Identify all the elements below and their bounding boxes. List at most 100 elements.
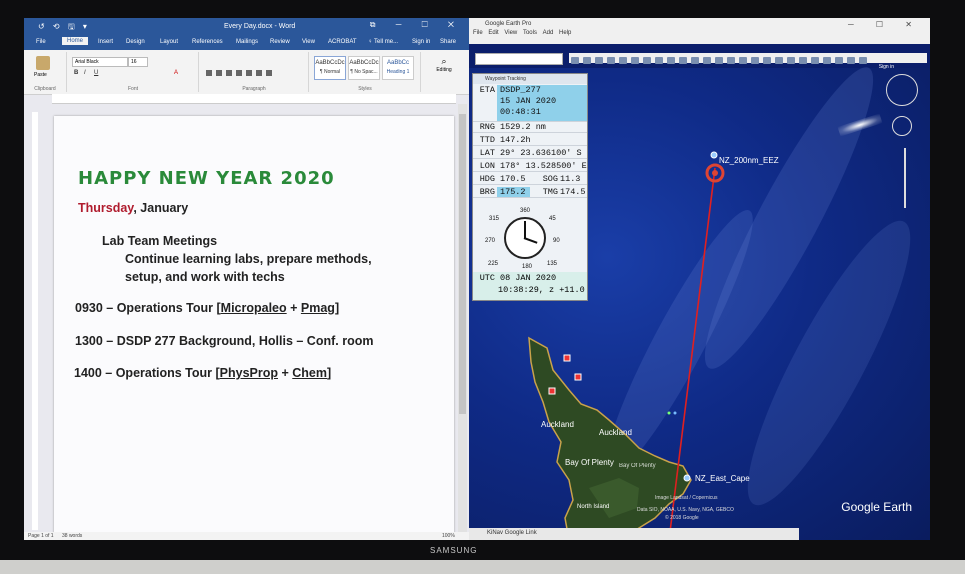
toolbar-icon[interactable] <box>787 57 795 64</box>
item-text: Chem <box>292 366 327 380</box>
eez-pin-icon[interactable] <box>710 151 718 159</box>
dial-tick-45: 45 <box>549 216 556 222</box>
status-words[interactable]: 38 words <box>62 533 82 539</box>
eta-row: ETA DSDP_277 15 JAN 2020 00:48:31 <box>473 85 587 122</box>
toolbar-icon[interactable] <box>703 57 711 64</box>
tab-home[interactable]: Home <box>62 37 89 45</box>
toolbar-icon[interactable] <box>583 57 591 64</box>
toolbar-icon[interactable] <box>679 57 687 64</box>
toolbar-icon[interactable] <box>595 57 603 64</box>
tab-mailings[interactable]: Mailings <box>236 39 258 45</box>
toolbar-icon[interactable] <box>739 57 747 64</box>
style-no-spacing[interactable]: AaBbCcDc ¶ No Spac... <box>348 56 380 80</box>
vertical-ruler <box>32 112 38 530</box>
toolbar-icon[interactable] <box>751 57 759 64</box>
toolbar-icon[interactable] <box>799 57 807 64</box>
tell-me-search[interactable]: ♀ Tell me... <box>368 39 398 45</box>
font-size-select[interactable]: 16 <box>128 57 148 67</box>
underline-icon[interactable]: U <box>94 70 98 76</box>
style-heading-1[interactable]: AaBbCc Heading 1 <box>382 56 414 80</box>
menu-edit[interactable]: Edit <box>488 30 498 36</box>
eta-waypoint-name: DSDP_277 <box>500 85 541 95</box>
compass-icon[interactable] <box>886 74 918 106</box>
menu-help[interactable]: Help <box>559 30 571 36</box>
scrollbar-thumb[interactable] <box>459 114 466 414</box>
document-day-line: Thursday, January <box>78 201 188 215</box>
toolbar-icon[interactable] <box>811 57 819 64</box>
menu-file[interactable]: File <box>473 30 483 36</box>
day-text: Thursday <box>78 201 134 215</box>
menu-add[interactable]: Add <box>543 30 554 36</box>
toolbar-icon[interactable] <box>775 57 783 64</box>
quick-access-toolbar[interactable]: ↺ ⟲ 🖫 ▾ <box>38 21 90 35</box>
tab-view[interactable]: View <box>302 39 315 45</box>
brg-key: BRG <box>479 187 495 197</box>
vertical-scrollbar[interactable] <box>458 104 467 532</box>
tab-references[interactable]: References <box>192 39 223 45</box>
tab-layout[interactable]: Layout <box>160 39 178 45</box>
toolbar-icon[interactable] <box>655 57 663 64</box>
zoom-slider[interactable] <box>904 148 906 208</box>
menu-tools[interactable]: Tools <box>523 30 537 36</box>
eta-date: 15 JAN 2020 <box>500 96 557 106</box>
status-page[interactable]: Page 1 of 1 <box>28 533 54 539</box>
toolbar-icon[interactable] <box>691 57 699 64</box>
item-text: Micropaleo <box>220 301 287 315</box>
toolbar-icon[interactable] <box>727 57 735 64</box>
waypoint-target-center-icon <box>712 170 718 176</box>
tab-insert[interactable]: Insert <box>98 39 113 45</box>
paragraph-buttons-icon[interactable] <box>206 70 276 76</box>
word-document-title: Every Day.docx - Word <box>224 23 296 30</box>
toolbar-icon[interactable] <box>631 57 639 64</box>
earth-search-input[interactable] <box>475 53 563 65</box>
toolbar-icon[interactable] <box>847 57 855 64</box>
italic-icon[interactable]: I <box>84 70 86 76</box>
menu-view[interactable]: View <box>504 30 517 36</box>
monitor-brand: SAMSUNG <box>430 546 478 555</box>
toolbar-icon[interactable] <box>619 57 627 64</box>
look-control-icon[interactable] <box>892 116 912 136</box>
eta-time: 00:48:31 <box>500 107 541 117</box>
toolbar-icon[interactable] <box>823 57 831 64</box>
toolbar-icon[interactable] <box>859 57 867 64</box>
item-text: + <box>278 366 293 380</box>
toolbar-icon[interactable] <box>667 57 675 64</box>
editing-group[interactable]: ⌕ Editing <box>428 56 460 86</box>
style-normal[interactable]: AaBbCcDc ¶ Normal <box>314 56 346 80</box>
waypoint-tracking-panel[interactable]: Waypoint Tracking ETA DSDP_277 15 JAN 20… <box>472 73 588 301</box>
waypoint-title-text: Waypoint Tracking <box>485 76 526 82</box>
sign-in-link[interactable]: Sign in <box>412 39 430 45</box>
tab-file[interactable]: File <box>36 39 46 45</box>
word-window-controls[interactable]: ⧉ ─ ☐ ✕ <box>370 20 463 30</box>
tab-review[interactable]: Review <box>270 39 290 45</box>
sog-key: SOG <box>542 174 558 184</box>
status-zoom[interactable]: 100% <box>442 533 455 539</box>
earth-window-controls[interactable]: ─ ☐ ✕ <box>848 20 922 29</box>
font-name-select[interactable]: Arial Black <box>72 57 128 67</box>
font-color-icon[interactable]: A <box>174 70 178 76</box>
utc-key: UTC <box>479 273 495 283</box>
schedule-item-0930: 0930 – Operations Tour [Micropaleo + Pma… <box>75 301 339 315</box>
east-cape-pin-icon[interactable] <box>683 474 691 482</box>
place-marker-icon[interactable] <box>574 373 582 381</box>
earth-sign-in[interactable]: Sign in <box>879 64 894 70</box>
place-marker-icon[interactable] <box>563 354 571 362</box>
toolbar-icon[interactable] <box>715 57 723 64</box>
toolbar-icon[interactable] <box>643 57 651 64</box>
paste-icon[interactable] <box>36 56 50 70</box>
paste-label[interactable]: Paste <box>34 72 47 78</box>
taskbar-item[interactable]: KiNav Google Link <box>487 530 537 536</box>
bold-icon[interactable]: B <box>74 70 78 76</box>
tab-design[interactable]: Design <box>126 39 145 45</box>
meeting-line-1: Continue learning labs, prepare methods, <box>125 252 372 266</box>
toolbar-icon[interactable] <box>835 57 843 64</box>
toolbar-icon[interactable] <box>571 57 579 64</box>
share-button[interactable]: Share <box>440 39 456 45</box>
toolbar-icon[interactable] <box>763 57 771 64</box>
tab-acrobat[interactable]: ACROBAT <box>328 39 357 45</box>
dial-tick-360: 360 <box>520 208 531 214</box>
auckland-label: Auckland <box>599 428 632 437</box>
toolbar-icon[interactable] <box>607 57 615 64</box>
place-marker-icon[interactable] <box>548 387 556 395</box>
clipboard-group-label: Clipboard <box>34 86 56 92</box>
